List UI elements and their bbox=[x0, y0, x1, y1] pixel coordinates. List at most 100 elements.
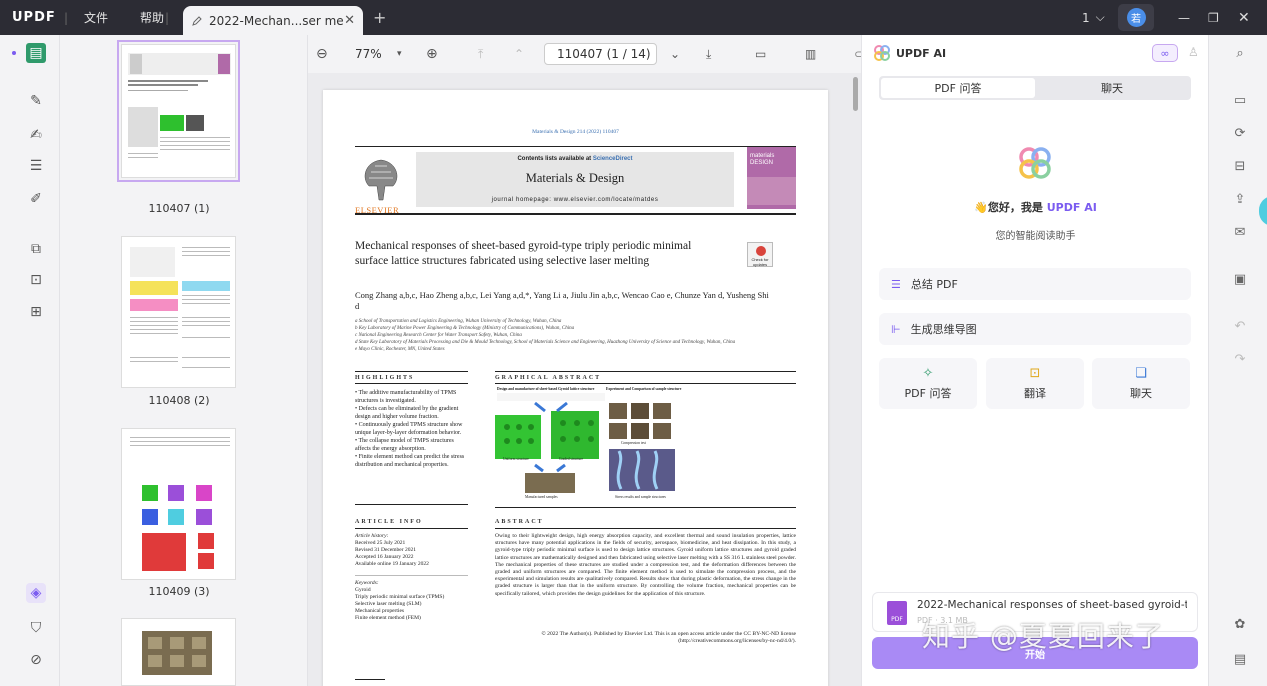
check-for-updates-badge[interactable]: Check for updates bbox=[747, 242, 773, 267]
side-handle[interactable] bbox=[1259, 196, 1267, 226]
ai-header-title: UPDF AI bbox=[896, 46, 947, 60]
protect-icon[interactable]: ⊟ bbox=[1231, 157, 1249, 175]
last-page-icon[interactable]: ⤓ bbox=[706, 47, 711, 62]
abstract-text: Owing to their lightweight design, high … bbox=[495, 533, 796, 597]
share-icon[interactable]: ⇪ bbox=[1231, 190, 1249, 208]
page-number-input[interactable]: 110407 (1 / 14) bbox=[544, 43, 657, 65]
prev-page-icon[interactable]: ⌃ bbox=[514, 47, 524, 61]
abstract-heading: ABSTRACT bbox=[495, 519, 544, 525]
minimize-icon[interactable]: — bbox=[1178, 0, 1190, 35]
contents-line: Contents lists available at ScienceDirec… bbox=[416, 156, 734, 162]
thumbnail-label: 110409 (3) bbox=[148, 585, 210, 598]
thumbnail-panel: 110407 (1) 110408 (2) 110409 (3) bbox=[60, 35, 308, 686]
document-tab[interactable]: 2022-Mechan...ser melting ✕ bbox=[183, 6, 363, 35]
quick-translate-button[interactable]: ⊡ 翻译 bbox=[986, 358, 1084, 409]
contents-prefix: Contents lists available at bbox=[517, 156, 593, 162]
clean-icon[interactable]: ♙ bbox=[1188, 45, 1199, 59]
reader-mode-icon[interactable]: ▤ bbox=[26, 43, 46, 63]
mindmap-button[interactable]: ⊩ 生成思维导图 bbox=[879, 313, 1191, 345]
summarize-label: 总结 PDF bbox=[910, 278, 958, 291]
fill-sign-icon[interactable]: ✐ bbox=[26, 189, 46, 209]
thumbnail-page-3[interactable] bbox=[121, 428, 236, 580]
zoom-out-icon[interactable]: ⊖ bbox=[316, 46, 328, 62]
comment-icon[interactable]: ▤ bbox=[1231, 650, 1249, 668]
thumbnail-page-2[interactable] bbox=[121, 236, 236, 388]
quick-chat-label: 聊天 bbox=[1130, 387, 1152, 400]
undo-icon[interactable]: ↶ bbox=[1231, 317, 1249, 335]
form-icon[interactable]: ☰ bbox=[26, 156, 46, 176]
ocr-icon[interactable]: ▭ bbox=[1231, 91, 1249, 109]
elsevier-logo: ELSEVIER bbox=[355, 152, 407, 215]
layers-icon[interactable]: ◈ bbox=[26, 583, 46, 603]
updf-ai-logo-icon bbox=[874, 45, 890, 61]
zoom-dropdown-icon[interactable]: ▾ bbox=[397, 49, 402, 59]
restore-icon[interactable]: ❐ bbox=[1208, 0, 1219, 35]
highlight-icon[interactable]: ✎ bbox=[26, 91, 46, 111]
ocr-icon[interactable]: ⊞ bbox=[26, 302, 46, 322]
highlight-item: • The additive manufacturability of TPMS… bbox=[355, 390, 457, 404]
rule bbox=[355, 528, 468, 529]
magic-wand-icon: ✧ bbox=[922, 366, 934, 381]
ga-left-caption: Design and manufacture of sheet-based Gy… bbox=[497, 387, 595, 391]
close-window-icon[interactable]: ✕ bbox=[1238, 0, 1250, 35]
tab-chat[interactable]: 聊天 bbox=[1035, 78, 1189, 98]
thumbnail-page-1[interactable] bbox=[117, 40, 240, 182]
ga-label: Graded structure bbox=[559, 457, 584, 461]
email-icon[interactable]: ✉ bbox=[1231, 223, 1249, 241]
greeting-text: 👋您好，我是 bbox=[974, 201, 1047, 214]
bookmark-icon[interactable]: ⛉ bbox=[26, 618, 46, 638]
new-tab-icon[interactable]: + bbox=[373, 0, 386, 35]
zoom-in-icon[interactable]: ⊕ bbox=[426, 46, 438, 62]
menu-file[interactable]: 文件 bbox=[84, 0, 108, 35]
zoom-level[interactable]: 77% bbox=[355, 47, 382, 61]
attachment-icon[interactable]: ⊘ bbox=[26, 650, 46, 670]
menu-help[interactable]: 帮助 bbox=[140, 0, 164, 35]
sciencedirect-link[interactable]: ScienceDirect bbox=[593, 156, 633, 162]
infinity-icon[interactable]: ∞ bbox=[1152, 44, 1178, 62]
graphical-abstract-heading: GRAPHICAL ABSTRACT bbox=[495, 375, 602, 381]
paper-title: Mechanical responses of sheet-based gyro… bbox=[355, 240, 692, 267]
article-info-heading: ARTICLE INFO bbox=[355, 519, 423, 525]
avatar-button[interactable]: 若 bbox=[1118, 4, 1154, 31]
close-tab-icon[interactable]: ✕ bbox=[344, 13, 355, 28]
greeting-brand: UPDF AI bbox=[1046, 201, 1097, 214]
summarize-pdf-button[interactable]: ☰ 总结 PDF bbox=[879, 268, 1191, 300]
updf-logo: UPDF bbox=[12, 0, 56, 35]
page-layout-icon[interactable]: ▥ bbox=[805, 47, 816, 61]
rule bbox=[495, 371, 796, 372]
search-icon[interactable]: ⌕ bbox=[1231, 44, 1249, 62]
affiliation: c National Engineering Research Center f… bbox=[355, 333, 522, 338]
highlight-item: • The collapse model of TMPS structures … bbox=[355, 438, 454, 452]
pen-icon bbox=[191, 15, 203, 27]
quick-chat-button[interactable]: ❏ 聊天 bbox=[1092, 358, 1190, 409]
page-counter-text: 1 bbox=[1082, 10, 1090, 25]
edit-pdf-icon[interactable]: ✍ bbox=[26, 125, 46, 145]
ai-assistant-icon[interactable]: ✿ bbox=[1231, 615, 1249, 633]
tab-pdf-qa[interactable]: PDF 问答 bbox=[881, 78, 1035, 98]
convert-icon[interactable]: ⟳ bbox=[1231, 124, 1249, 142]
affiliation: d State Key Laboratory of Materials Proc… bbox=[355, 340, 736, 345]
first-page-icon[interactable]: ⤒ bbox=[478, 47, 483, 62]
highlight-text: The collapse model of TMPS structures af… bbox=[355, 438, 454, 452]
thumbnail-page-4[interactable] bbox=[121, 618, 236, 686]
history-item: Accepted 16 January 2022 bbox=[355, 554, 414, 560]
presentation-icon[interactable]: ▭ bbox=[755, 47, 766, 61]
redo-icon[interactable]: ↷ bbox=[1231, 350, 1249, 368]
crop-icon[interactable]: ⊡ bbox=[26, 270, 46, 290]
journal-homepage: journal homepage: www.elsevier.com/locat… bbox=[491, 197, 659, 203]
divider: | bbox=[165, 10, 170, 25]
next-page-icon[interactable]: ⌄ bbox=[670, 47, 680, 61]
pdf-file-icon: PDF bbox=[887, 601, 907, 625]
article-history: Article history: Received 25 July 2021 R… bbox=[355, 533, 468, 568]
quick-pdf-qa-button[interactable]: ✧ PDF 问答 bbox=[879, 358, 977, 409]
left-toolbar: ▤ ✎ ✍ ☰ ✐ ⧉ ⊡ ⊞ ◈ ⛉ ⊘ bbox=[0, 35, 60, 686]
save-icon[interactable]: ▣ bbox=[1231, 270, 1249, 288]
organize-pages-icon[interactable]: ⧉ bbox=[26, 239, 46, 259]
highlight-item: • Finite element method can predict the … bbox=[355, 454, 465, 468]
vertical-scrollbar[interactable] bbox=[853, 77, 858, 111]
logo-text: UPDF bbox=[12, 10, 56, 25]
cover-title: materials DESIGN bbox=[750, 153, 775, 166]
affiliation: b Key Laboratory of Marine Power Enginee… bbox=[355, 326, 575, 331]
app-window: UPDF 文件 帮助 | | 2022-Mechan...ser melting… bbox=[0, 0, 1267, 686]
page-counter[interactable]: 1 ⌵ bbox=[1082, 0, 1105, 35]
